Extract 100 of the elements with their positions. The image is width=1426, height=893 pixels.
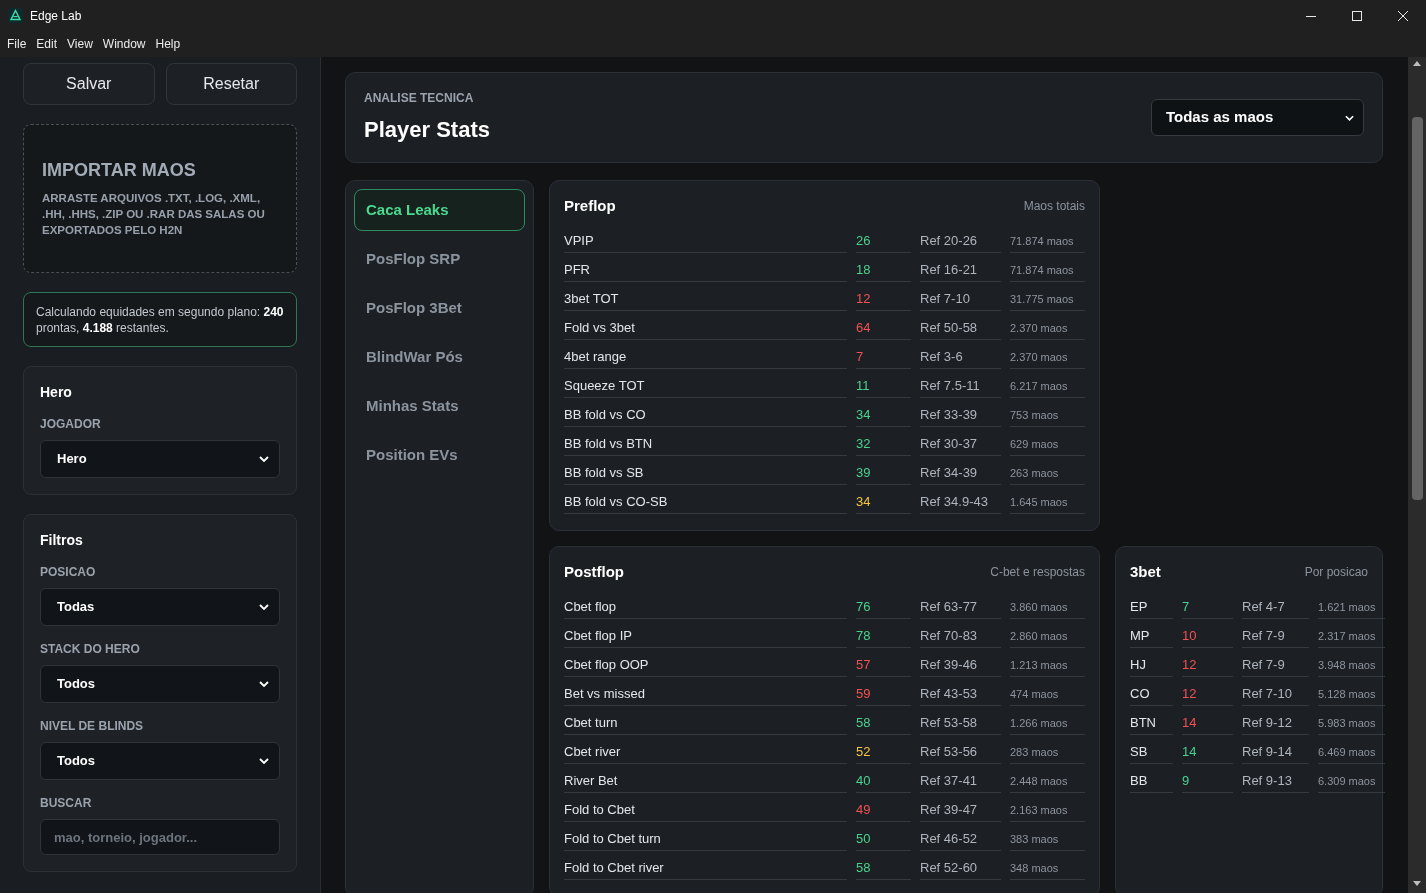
nav-tab[interactable]: Position EVs [354, 434, 525, 476]
hand-count: 6.217 maos [1010, 377, 1085, 398]
stat-name: HJ [1130, 656, 1173, 677]
stat-value: 52 [856, 743, 911, 764]
scrollbar-thumb[interactable] [1411, 117, 1423, 500]
stat-value: 26 [856, 232, 911, 253]
stat-reference: Ref 9-14 [1242, 743, 1309, 764]
action-button[interactable]: Resetar [165, 63, 297, 105]
stat-value: 32 [856, 435, 911, 456]
hand-count: 348 maos [1010, 859, 1085, 880]
field-label: NIVEL DE BLINDS [40, 719, 145, 733]
stat-name: BB fold vs BTN [564, 435, 847, 456]
stat-reference: Ref 53-58 [920, 714, 1001, 735]
stat-reference: Ref 50-58 [920, 319, 1001, 340]
stat-reference: Ref 34.9-43 [920, 493, 1001, 514]
stat-value: 78 [856, 627, 911, 648]
hand-count: 5.983 maos [1318, 714, 1385, 735]
search-field[interactable]: mao, torneio, jogador... [40, 819, 280, 855]
stat-value: 57 [856, 656, 911, 677]
window-title: Edge Lab [30, 7, 82, 25]
scroll-down-arrow-icon[interactable] [1413, 881, 1421, 886]
stat-name: VPIP [564, 232, 847, 253]
stat-name: 3bet TOT [564, 290, 847, 311]
stat-name: Fold to Cbet turn [564, 830, 847, 851]
panel-title: Postflop [564, 561, 624, 582]
status-message: Calculando equidades em segundo plano: 240 prontas, 4.188 restantes. [36, 303, 284, 336]
hand-count: 474 maos [1010, 685, 1085, 706]
stat-name: Cbet flop OOP [564, 656, 847, 677]
stat-value: 34 [856, 493, 911, 514]
stat-name: Squeeze TOT [564, 377, 847, 398]
stat-value: 12 [1182, 656, 1233, 677]
menu-item[interactable]: Window [97, 33, 151, 55]
menu-item[interactable]: View [62, 33, 98, 55]
stat-reference: Ref 39-47 [920, 801, 1001, 822]
stat-value: 11 [856, 377, 911, 398]
stat-reference: Ref 52-60 [920, 859, 1001, 880]
dropdown[interactable]: Todos [40, 665, 280, 703]
stat-value: 7 [856, 348, 911, 369]
stat-value: 7 [1182, 598, 1233, 619]
stat-reference: Ref 20-26 [920, 232, 1001, 253]
field-label: STACK DO HERO [40, 642, 141, 656]
stat-reference: Ref 4-7 [1242, 598, 1309, 619]
nav-tab[interactable]: Minhas Stats [354, 385, 525, 427]
stat-reference: Ref 33-39 [920, 406, 1001, 427]
hand-count: 3.948 maos [1318, 656, 1385, 677]
nav-tab[interactable]: BlindWar Pós [354, 336, 525, 378]
panel-title: Preflop [564, 195, 616, 216]
stat-reference: Ref 70-83 [920, 627, 1001, 648]
close-icon [1398, 10, 1408, 21]
hand-count: 31.775 maos [1010, 290, 1085, 311]
stat-reference: Ref 7.5-11 [920, 377, 1001, 398]
hand-count: 2.448 maos [1010, 772, 1085, 793]
stat-value: 10 [1182, 627, 1233, 648]
stat-name: Fold to Cbet [564, 801, 847, 822]
stat-value: 18 [856, 261, 911, 282]
dropdown[interactable]: Hero [40, 440, 280, 478]
chevron-down-icon [259, 681, 269, 687]
stat-value: 64 [856, 319, 911, 340]
menu-item[interactable]: Edit [31, 33, 63, 55]
scrollbar[interactable] [1408, 57, 1426, 893]
dropdown[interactable]: Todas as maos [1151, 99, 1364, 136]
dropdown[interactable]: Todos [40, 742, 280, 780]
stat-value: 49 [856, 801, 911, 822]
stat-reference: Ref 16-21 [920, 261, 1001, 282]
hand-count: 6.469 maos [1318, 743, 1385, 764]
stat-name: BB fold vs CO [564, 406, 847, 427]
stat-value: 59 [856, 685, 911, 706]
stat-name: BB [1130, 772, 1173, 793]
stat-reference: Ref 30-37 [920, 435, 1001, 456]
menu-item[interactable]: File [2, 33, 32, 55]
file-drop-zone[interactable]: IMPORTAR MAOS ARRASTE ARQUIVOS .TXT, .LOG, .XML, .HH, .HHS, .ZIP OU .RAR DAS SALAS OU EXPORTADOS PELO H2N [23, 124, 297, 273]
stat-value: 14 [1182, 714, 1233, 735]
stat-reference: Ref 37-41 [920, 772, 1001, 793]
hand-count: 1.213 maos [1010, 656, 1085, 677]
nav-tab[interactable]: PosFlop 3Bet [354, 287, 525, 329]
stat-reference: Ref 53-56 [920, 743, 1001, 764]
scroll-up-arrow-icon[interactable] [1413, 61, 1421, 66]
dropdown[interactable]: Todas [40, 588, 280, 626]
chevron-down-icon [259, 604, 269, 610]
stat-reference: Ref 9-13 [1242, 772, 1309, 793]
action-button[interactable]: Salvar [23, 63, 155, 105]
stat-name: Fold to Cbet river [564, 859, 847, 880]
hand-count: 263 maos [1010, 464, 1085, 485]
stat-reference: Ref 3-6 [920, 348, 1001, 369]
stat-value: 40 [856, 772, 911, 793]
stat-name: PFR [564, 261, 847, 282]
stat-name: Fold vs 3bet [564, 319, 847, 340]
nav-tab[interactable]: PosFlop SRP [354, 238, 525, 280]
field-label: JOGADOR [40, 417, 102, 431]
stat-reference: Ref 34-39 [920, 464, 1001, 485]
nav-tab[interactable]: Caca Leaks [354, 189, 525, 231]
chevron-down-icon [1345, 114, 1354, 121]
stat-value: 58 [856, 714, 911, 735]
panel-subtitle: Maos totais [1023, 198, 1085, 215]
hand-count: 71.874 maos [1010, 232, 1085, 253]
card-title: Filtros [40, 531, 84, 549]
panel-subtitle: C-bet e respostas [990, 564, 1085, 581]
stat-reference: Ref 7-10 [1242, 685, 1309, 706]
menu-item[interactable]: Help [150, 33, 186, 55]
stat-name: BB fold vs CO-SB [564, 493, 847, 514]
